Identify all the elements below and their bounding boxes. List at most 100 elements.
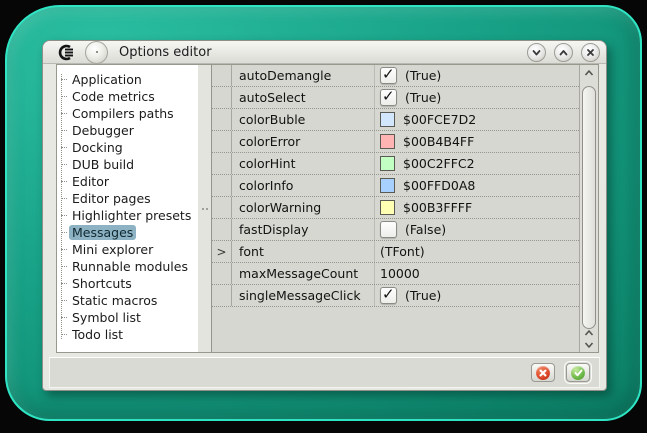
property-name: colorBuble bbox=[232, 109, 375, 130]
property-value-cell[interactable]: 10000 bbox=[375, 263, 579, 284]
green-check-icon bbox=[571, 366, 585, 380]
property-row-colorWarning[interactable]: colorWarning$00B3FFFF bbox=[212, 197, 579, 219]
row-marker bbox=[212, 87, 232, 108]
sidebar-item-compilers-paths[interactable]: Compilers paths bbox=[57, 105, 198, 122]
sidebar-item-label: Application bbox=[69, 72, 145, 87]
checkbox-checked-icon[interactable] bbox=[380, 287, 397, 304]
accept-button[interactable] bbox=[566, 363, 590, 382]
color-swatch-icon[interactable] bbox=[380, 134, 395, 149]
property-value-cell[interactable]: (TFont) bbox=[375, 241, 579, 262]
sidebar-item-editor-pages[interactable]: Editor pages bbox=[57, 190, 198, 207]
property-value-cell[interactable]: $00FFD0A8 bbox=[375, 175, 579, 196]
footer-bar bbox=[49, 357, 600, 388]
property-value-cell[interactable]: (False) bbox=[375, 219, 579, 240]
color-swatch-icon[interactable] bbox=[380, 156, 395, 171]
sidebar-item-symbol-list[interactable]: Symbol list bbox=[57, 309, 198, 326]
checkbox-checked-icon[interactable] bbox=[380, 89, 397, 106]
property-name: singleMessageClick bbox=[232, 285, 375, 306]
property-row-font[interactable]: >font(TFont) bbox=[212, 241, 579, 263]
property-value-cell[interactable]: (True) bbox=[375, 87, 579, 108]
property-row-colorBuble[interactable]: colorBuble $00FCE7D2 bbox=[212, 109, 579, 131]
property-value-text: $00B3FFFF bbox=[403, 200, 472, 215]
minimize-button[interactable] bbox=[527, 43, 546, 62]
property-name: autoSelect bbox=[232, 87, 375, 108]
checkbox-checked-icon[interactable] bbox=[380, 67, 397, 84]
sidebar-item-label: DUB build bbox=[69, 157, 137, 172]
property-row-colorInfo[interactable]: colorInfo$00FFD0A8 bbox=[212, 175, 579, 197]
property-value-text: (True) bbox=[405, 288, 441, 303]
property-value-text: $00C2FFC2 bbox=[403, 156, 475, 171]
sidebar-item-label: Editor bbox=[69, 174, 112, 189]
main-content: ApplicationCode metricsCompilers paths De… bbox=[56, 64, 599, 353]
property-value-cell[interactable]: $00B4B4FF bbox=[375, 131, 579, 152]
sidebar-item-editor[interactable]: Editor bbox=[57, 173, 198, 190]
vertical-scrollbar[interactable] bbox=[579, 65, 598, 352]
row-marker bbox=[212, 197, 232, 218]
sidebar-item-messages[interactable]: Messages bbox=[57, 224, 198, 241]
category-tree[interactable]: ApplicationCode metricsCompilers paths De… bbox=[57, 65, 198, 352]
property-row-colorHint[interactable]: colorHint$00C2FFC2 bbox=[212, 153, 579, 175]
property-value-text: (True) bbox=[405, 90, 441, 105]
color-swatch-icon[interactable] bbox=[380, 200, 395, 215]
scroll-up-button-bottom[interactable] bbox=[580, 327, 598, 339]
property-row-maxMessageCount[interactable]: maxMessageCount 10000 bbox=[212, 263, 579, 285]
scroll-up-button[interactable] bbox=[580, 67, 598, 79]
options-editor-window: Options editor Appli bbox=[42, 40, 607, 391]
sidebar-item-code-metrics[interactable]: Code metrics bbox=[57, 88, 198, 105]
sidebar-item-runnable-modules[interactable]: Runnable modules bbox=[57, 258, 198, 275]
panel-splitter[interactable] bbox=[198, 65, 211, 352]
scrollbar-thumb[interactable] bbox=[582, 86, 596, 329]
property-name: colorError bbox=[232, 131, 375, 152]
property-name: maxMessageCount bbox=[232, 263, 375, 284]
property-value-cell[interactable]: (True) bbox=[375, 65, 579, 86]
sidebar-item-todo-list[interactable]: Todo list bbox=[57, 326, 198, 343]
sidebar-item-label: Shortcuts bbox=[69, 276, 135, 291]
window-menu-button[interactable] bbox=[85, 41, 108, 64]
sidebar-item-label: Symbol list bbox=[69, 310, 144, 325]
color-swatch-icon[interactable] bbox=[380, 178, 395, 193]
property-grid-rows: autoDemangle(True)autoSelect(True)colorB… bbox=[211, 65, 579, 352]
sidebar-item-label: Todo list bbox=[69, 327, 126, 342]
titlebar-buttons bbox=[527, 43, 602, 62]
cancel-button[interactable] bbox=[531, 363, 555, 382]
property-value-text: $00FCE7D2 bbox=[403, 112, 476, 127]
close-button[interactable] bbox=[581, 43, 600, 62]
sidebar-item-label: Editor pages bbox=[69, 191, 154, 206]
property-value-cell[interactable]: $00C2FFC2 bbox=[375, 153, 579, 174]
sidebar-item-highlighter-presets[interactable]: Highlighter presets bbox=[57, 207, 198, 224]
property-name: autoDemangle bbox=[232, 65, 375, 86]
property-value-cell[interactable]: (True) bbox=[375, 285, 579, 306]
checkbox-unchecked-icon[interactable] bbox=[380, 221, 397, 238]
row-marker bbox=[212, 263, 232, 284]
sidebar-item-label: Messages bbox=[69, 225, 136, 240]
close-x-icon bbox=[585, 47, 596, 58]
property-row-autoDemangle[interactable]: autoDemangle(True) bbox=[212, 65, 579, 87]
sidebar-item-mini-explorer[interactable]: Mini explorer bbox=[57, 241, 198, 258]
chevron-up-icon bbox=[584, 329, 594, 337]
sidebar-item-label: Static macros bbox=[69, 293, 160, 308]
titlebar[interactable]: Options editor bbox=[43, 41, 606, 64]
property-row-autoSelect[interactable]: autoSelect (True) bbox=[212, 87, 579, 109]
sidebar-item-label: Compilers paths bbox=[69, 106, 177, 121]
property-value-cell[interactable]: $00B3FFFF bbox=[375, 197, 579, 218]
sidebar-item-label: Debugger bbox=[69, 123, 137, 138]
sidebar-item-dub-build[interactable]: DUB build bbox=[57, 156, 198, 173]
property-row-fastDisplay[interactable]: fastDisplay(False) bbox=[212, 219, 579, 241]
property-row-colorError[interactable]: colorError$00B4B4FF bbox=[212, 131, 579, 153]
scroll-down-button[interactable] bbox=[580, 339, 598, 351]
property-value-text: $00FFD0A8 bbox=[403, 178, 475, 193]
property-value-cell[interactable]: $00FCE7D2 bbox=[375, 109, 579, 130]
sidebar-item-debugger[interactable]: Debugger bbox=[57, 122, 198, 139]
sidebar-item-shortcuts[interactable]: Shortcuts bbox=[57, 275, 198, 292]
sidebar-item-docking[interactable]: Docking bbox=[57, 139, 198, 156]
row-marker bbox=[212, 109, 232, 130]
property-value-text: 10000 bbox=[380, 266, 420, 281]
maximize-button[interactable] bbox=[554, 43, 573, 62]
color-swatch-icon[interactable] bbox=[380, 112, 395, 127]
sidebar-item-static-macros[interactable]: Static macros bbox=[57, 292, 198, 309]
coedit-logo-icon bbox=[56, 44, 76, 61]
property-row-singleMessageClick[interactable]: singleMessageClick (True) bbox=[212, 285, 579, 307]
chevron-up-icon bbox=[558, 47, 569, 58]
red-cross-icon bbox=[536, 366, 550, 380]
sidebar-item-application[interactable]: Application bbox=[57, 71, 198, 88]
